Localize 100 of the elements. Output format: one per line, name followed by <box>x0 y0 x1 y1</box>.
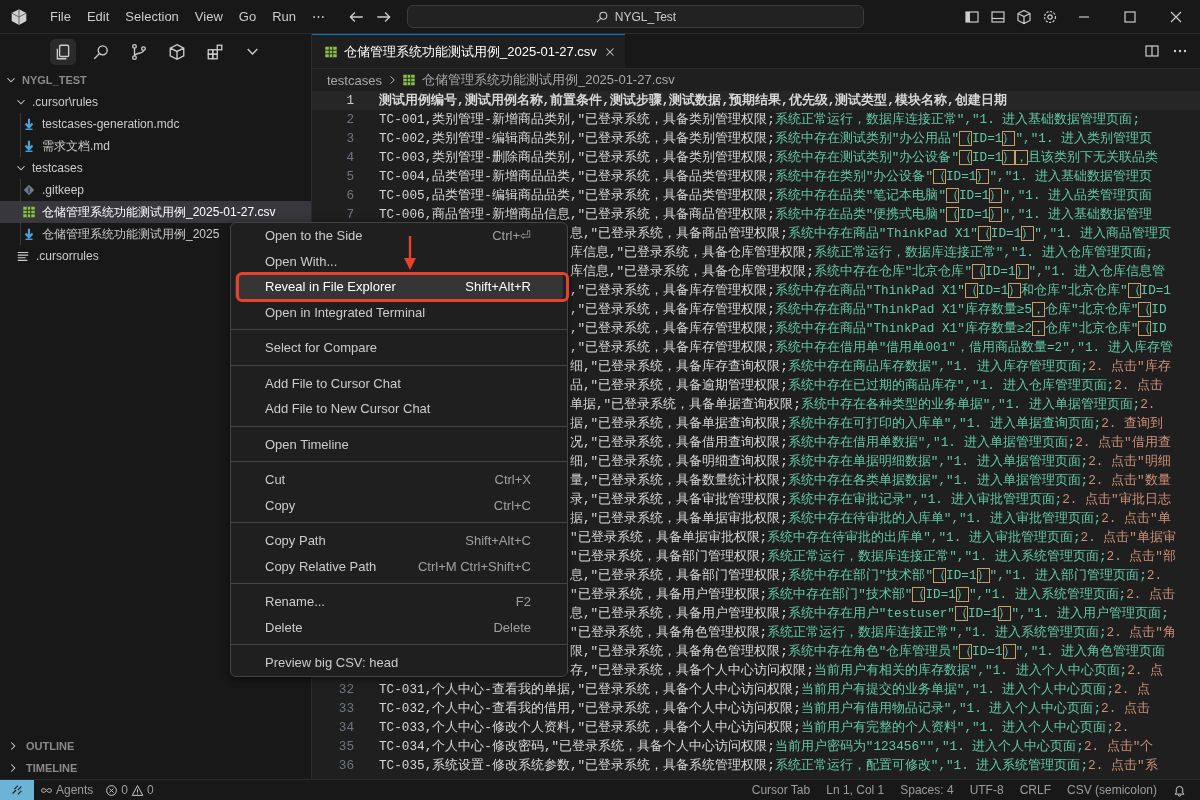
warning-icon <box>131 783 145 797</box>
menu-item-label: Rename... <box>265 594 325 610</box>
status-item[interactable]: UTF-8 <box>963 783 1010 797</box>
bell-icon <box>1173 783 1186 797</box>
menu-bar-item[interactable]: View <box>186 5 231 28</box>
panel-title: TIMELINE <box>26 762 78 774</box>
diamond-icon <box>22 183 36 197</box>
lines-icon <box>16 249 30 263</box>
remote-icon <box>10 783 24 797</box>
code-line: "已登录系统，具备角色管理权限;系统正常运行，数据库连接正常","1. 进入系统管理页面;2. 点击"角 <box>570 624 1176 642</box>
code-line: TC-003,类别管理-删除商品类别,"已登录系统，具备类别管理权限;系统中存在测试类别"办公设备"（ID=1），且该类别下无关联品类 <box>379 149 1159 167</box>
tree-item[interactable]: .gitkeep <box>0 179 311 201</box>
breadcrumb-item[interactable]: 仓储管理系统功能测试用例_2025-01-27.csv <box>401 71 675 89</box>
menu-bar-item[interactable]: Edit <box>78 5 118 28</box>
line-number: 2 <box>345 111 355 129</box>
code-line: 息,"已登录系统，具备部门管理权限;系统中存在部门"技术部"（ID=1）","1. 进入部门管理页面;2. <box>570 567 1163 585</box>
extensions-icon <box>205 42 224 61</box>
cube-icon[interactable] <box>1016 8 1032 25</box>
folder-name: NYGL_TEST <box>22 74 87 86</box>
arrow-icon <box>403 236 417 270</box>
code-line: 细,"已登录系统，具备库存查询权限;系统中存在商品库存数据","1. 进入库存管理页面;2. 点击"库存 <box>570 358 1171 376</box>
command-center[interactable]: NYGL_Test <box>407 5 864 28</box>
branch-icon <box>129 42 148 61</box>
remote-button[interactable] <box>0 779 34 800</box>
error-count: 0 <box>121 783 129 797</box>
code-line: 息,"已登录系统，具备用户管理权限;系统中存在用户"testuser"（ID=1）","1. 进入用户管理页面; <box>570 605 1169 623</box>
tree-item[interactable]: testcases-generation.mdc <box>0 113 311 135</box>
line-number: 7 <box>345 206 355 224</box>
status-item[interactable]: Spaces: 4 <box>894 783 960 797</box>
menu-item[interactable]: Open Timeline <box>235 431 563 457</box>
menu-item[interactable]: Open With... <box>235 248 563 274</box>
editor-tab[interactable]: 仓储管理系统功能测试用例_2025-01-27.csv <box>312 34 625 68</box>
shortcut-label: Shift+Alt+C <box>465 533 531 549</box>
code-line: TC-032,个人中心-查看我的借用,"已登录系统，具备个人中心访问权限;当前用户有借用物品记录","1. 进入个人中心页面;2. 点击 <box>379 700 1150 718</box>
code-line: TC-035,系统设置-修改系统参数,"已登录系统，具备系统管理权限;系统正常运行，配置可修改","1. 进入系统管理页面;2. 点击"系 <box>379 757 1158 775</box>
split-editor-icon[interactable] <box>1144 43 1160 59</box>
cube-icon <box>167 42 186 61</box>
code-line: TC-001,类别管理-新增商品类别,"已登录系统，具备类别管理权限;系统正常运行，数据库连接正常","1. 进入基础数据管理页面; <box>379 111 1141 129</box>
maximize-icon[interactable] <box>1122 8 1138 25</box>
menu-bar-item[interactable]: Go <box>230 5 265 28</box>
menu-item-label: Copy Path <box>265 533 326 549</box>
agents-button[interactable]: Agents <box>34 783 100 797</box>
menu-bar-item[interactable]: Run <box>264 5 304 28</box>
code-line: TC-004,品类管理-新增商品品类,"已登录系统，具备品类管理权限;系统中存在类别"办公设备"（ID=1）","1. 进入基础数据管理页 <box>379 168 1153 186</box>
tree-item[interactable]: 需求文档.md <box>0 135 311 157</box>
line-number: 5 <box>345 168 355 186</box>
menu-item[interactable]: Cut Ctrl+X <box>235 467 563 493</box>
view-button[interactable] <box>49 38 76 65</box>
down-arrow-icon <box>22 227 36 241</box>
line-number: 34 <box>337 719 355 737</box>
menu-bar-item[interactable]: Selection <box>117 5 187 28</box>
code-line: 录,"已登录系统，具备审批管理权限;系统中存在审批记录","1. 进入审批管理页面;2. 点击"审批日志 <box>570 491 1171 509</box>
code-line: 况,"已登录系统，具备借用查询权限;系统中存在借用单数据","1. 进入单据管理页面;2. 点击"借用查 <box>570 434 1171 452</box>
grid-icon <box>22 205 36 219</box>
menu-item[interactable]: Delete Delete <box>235 614 563 640</box>
menu-item[interactable]: Reveal in File Explorer Shift+Alt+R <box>235 274 563 300</box>
problems-button[interactable]: 0 0 <box>99 783 160 797</box>
panel-header[interactable]: OUTLINE <box>0 735 311 757</box>
line-number: 6 <box>345 187 355 205</box>
panel-toggle-icon[interactable] <box>990 8 1006 25</box>
menu-item[interactable]: Copy Ctrl+C <box>235 492 563 518</box>
tree-root[interactable]: NYGL_TEST <box>0 69 311 91</box>
menu-item-label: Copy Relative Path <box>265 558 377 574</box>
status-item[interactable]: Cursor Tab <box>745 783 817 797</box>
menu-item-label: Open to the Side <box>265 228 363 244</box>
status-item[interactable]: Ln 1, Col 1 <box>820 783 891 797</box>
breadcrumb-item[interactable]: testcases <box>327 72 382 88</box>
menu-bar-item[interactable]: ⋯ <box>304 5 333 28</box>
grid-icon <box>401 73 416 87</box>
code-line: 限,"已登录系统，具备角色管理权限;系统中存在角色"仓库管理员"（ID=1）","1. 进入角色管理页面 <box>570 643 1166 661</box>
line-number: 3 <box>345 130 355 148</box>
warning-count: 0 <box>147 783 154 797</box>
menu-item[interactable]: Copy Path Shift+Alt+C <box>235 528 563 554</box>
menu-item-label: Copy <box>265 497 296 513</box>
tree-item[interactable]: .cursor\rules <box>0 91 311 113</box>
code-line: 细,"已登录系统，具备明细查询权限;系统中存在单据明细数据","1. 进入单据管理页面;2. 点击"明细 <box>570 453 1171 471</box>
tree-item[interactable]: 仓储管理系统功能测试用例_2025-01-27.csv <box>0 201 311 223</box>
menu-item[interactable]: Preview big CSV: head <box>235 650 563 676</box>
menu-item[interactable]: Copy Relative Path Ctrl+M Ctrl+Shift+C <box>235 553 563 579</box>
menu-item-label: Open With... <box>265 253 338 269</box>
menu-item[interactable]: Add File to Cursor Chat <box>235 370 563 396</box>
code-line: 息,"已登录系统，具备商品管理权限;系统中存在商品"ThinkPad X1"（ID=1）","1. 进入商品管理页 <box>570 225 1171 243</box>
code-line: 库信息,"已登录系统，具备仓库管理权限;系统中存在仓库"北京仓库"（ID=1）","1. 进入仓库信息管 <box>570 263 1166 281</box>
code-line: "已登录系统，具备部门管理权限;系统正常运行，数据库连接正常","1. 进入系统管理页面;2. 点击"部 <box>570 548 1176 566</box>
shortcut-label: F2 <box>515 594 531 610</box>
menu-item[interactable]: Add File to New Cursor Chat <box>235 396 563 422</box>
settings-icon[interactable] <box>1042 8 1058 25</box>
status-item[interactable]: CRLF <box>1013 783 1057 797</box>
code-line: 单据,"已登录系统，具备单据查询权限;系统中存在各种类型的业务单据","1. 进入单据管理页面;2. <box>570 396 1156 414</box>
sidebar-toggle-icon[interactable] <box>964 8 980 25</box>
code-line: TC-033,个人中心-修改个人资料,"已登录系统，具备个人中心访问权限;当前用户有完整的个人资料","1. 进入个人中心页面;2. <box>379 719 1130 737</box>
status-item[interactable]: CSV (semicolon) <box>1060 783 1163 797</box>
tree-item[interactable]: testcases <box>0 157 311 179</box>
menu-item[interactable]: Open in Integrated Terminal <box>235 299 563 325</box>
menu-item[interactable]: Open to the Side Ctrl+⏎ <box>235 223 563 249</box>
menu-bar-item[interactable]: File <box>42 5 79 28</box>
code-line: TC-002,类别管理-编辑商品类别,"已登录系统，具备类别管理权限;系统中存在测试类别"办公用品"（ID=1）","1. 进入类别管理页 <box>379 130 1153 148</box>
menu-item[interactable]: Select for Compare <box>235 335 563 361</box>
menu-item[interactable]: Rename... F2 <box>235 589 563 615</box>
panel-header[interactable]: TIMELINE <box>0 757 311 779</box>
